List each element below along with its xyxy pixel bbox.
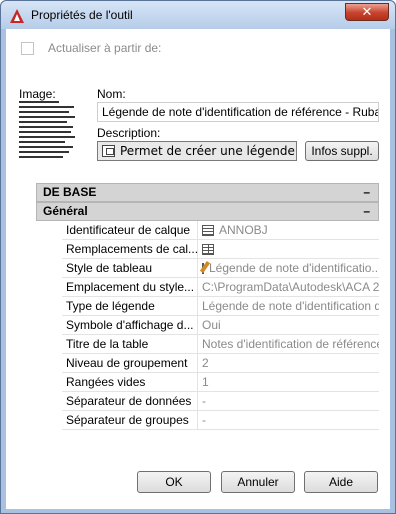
property-value[interactable]: 2 xyxy=(198,354,379,372)
window-title: Propriétés de l'outil xyxy=(31,8,133,22)
property-key: Titre de la table xyxy=(62,335,198,353)
property-value-text: ANNOBJ xyxy=(219,223,268,237)
property-row[interactable]: Type de légende Légende de note d'identi… xyxy=(62,297,379,316)
property-key: Symbole d'affichage d... xyxy=(62,316,198,334)
property-value[interactable]: Légende de note d'identificatio... xyxy=(198,259,379,277)
property-key: Séparateur de groupes xyxy=(62,411,198,429)
description-field[interactable]: Permet de créer une légende de r xyxy=(97,141,297,161)
property-key: Rangées vides xyxy=(62,373,198,391)
dialog-body: Actualiser à partir de: Image: Nom: Lége… xyxy=(6,29,390,509)
collapse-base-icon[interactable]: – xyxy=(363,184,370,201)
table-style-icon xyxy=(202,262,204,274)
section-base-header[interactable]: DE BASE – xyxy=(36,183,379,202)
copy-icon xyxy=(102,145,115,157)
property-value[interactable]: ANNOBJ xyxy=(198,221,379,239)
description-label: Description: xyxy=(97,126,161,140)
ok-button[interactable]: OK xyxy=(137,471,211,493)
property-value-text: Légende de note d'identificatio... xyxy=(209,261,379,275)
autocad-logo-icon xyxy=(10,9,24,23)
property-key: Séparateur de données xyxy=(62,392,198,410)
more-info-button[interactable]: Infos suppl. xyxy=(305,141,379,161)
section-general-header[interactable]: Général – xyxy=(36,202,379,221)
property-row[interactable]: Emplacement du style... C:\ProgramData\A… xyxy=(62,278,379,297)
property-value[interactable]: - xyxy=(198,411,379,429)
property-value[interactable]: Légende de note d'identification de... xyxy=(198,297,379,315)
tool-properties-dialog: Propriétés de l'outil ✕ Actualiser à par… xyxy=(0,0,396,514)
property-value[interactable]: C:\ProgramData\Autodesk\ACA 20... xyxy=(198,278,379,296)
property-row[interactable]: Séparateur de groupes - xyxy=(62,411,379,430)
section-general-title: Général xyxy=(43,204,88,218)
description-text: Permet de créer une légende de r xyxy=(120,144,296,158)
property-key: Emplacement du style... xyxy=(62,278,198,296)
property-value[interactable]: Oui xyxy=(198,316,379,334)
cancel-button[interactable]: Annuler xyxy=(221,471,295,493)
update-from-label: Actualiser à partir de: xyxy=(48,41,162,55)
property-row[interactable]: Style de tableau Légende de note d'ident… xyxy=(62,259,379,278)
image-label: Image: xyxy=(19,87,56,101)
property-row[interactable]: Titre de la table Notes d'identification… xyxy=(62,335,379,354)
property-key: Identificateur de calque xyxy=(62,221,198,239)
property-row[interactable]: Rangées vides 1 xyxy=(62,373,379,392)
layer-icon xyxy=(202,224,214,236)
property-grid: DE BASE – Général – Identificateur de ca… xyxy=(36,183,379,430)
property-value[interactable]: Notes d'identification de référence xyxy=(198,335,379,353)
name-field[interactable]: Légende de note d'identification de réfé… xyxy=(97,102,379,122)
property-rows: Identificateur de calque ANNOBJ Remplace… xyxy=(62,221,379,430)
property-row[interactable]: Niveau de groupement 2 xyxy=(62,354,379,373)
property-row[interactable]: Séparateur de données - xyxy=(62,392,379,411)
property-row[interactable]: Remplacements de cal... xyxy=(62,240,379,259)
name-label: Nom: xyxy=(97,87,126,101)
help-button[interactable]: Aide xyxy=(304,471,378,493)
tool-image[interactable] xyxy=(19,101,79,163)
table-icon[interactable] xyxy=(202,243,214,255)
property-value[interactable] xyxy=(198,240,379,258)
property-key: Remplacements de cal... xyxy=(62,240,198,258)
property-row[interactable]: Symbole d'affichage d... Oui xyxy=(62,316,379,335)
property-value[interactable]: - xyxy=(198,392,379,410)
property-key: Niveau de groupement xyxy=(62,354,198,372)
property-key: Style de tableau xyxy=(62,259,198,277)
update-from-checkbox[interactable] xyxy=(21,41,34,55)
property-key: Type de légende xyxy=(62,297,198,315)
update-from-row: Actualiser à partir de: xyxy=(21,41,161,55)
property-value[interactable]: 1 xyxy=(198,373,379,391)
section-base-title: DE BASE xyxy=(43,185,97,199)
close-button[interactable]: ✕ xyxy=(345,3,389,21)
property-row[interactable]: Identificateur de calque ANNOBJ xyxy=(62,221,379,240)
collapse-general-icon[interactable]: – xyxy=(363,203,370,220)
title-bar[interactable]: Propriétés de l'outil ✕ xyxy=(1,1,395,29)
